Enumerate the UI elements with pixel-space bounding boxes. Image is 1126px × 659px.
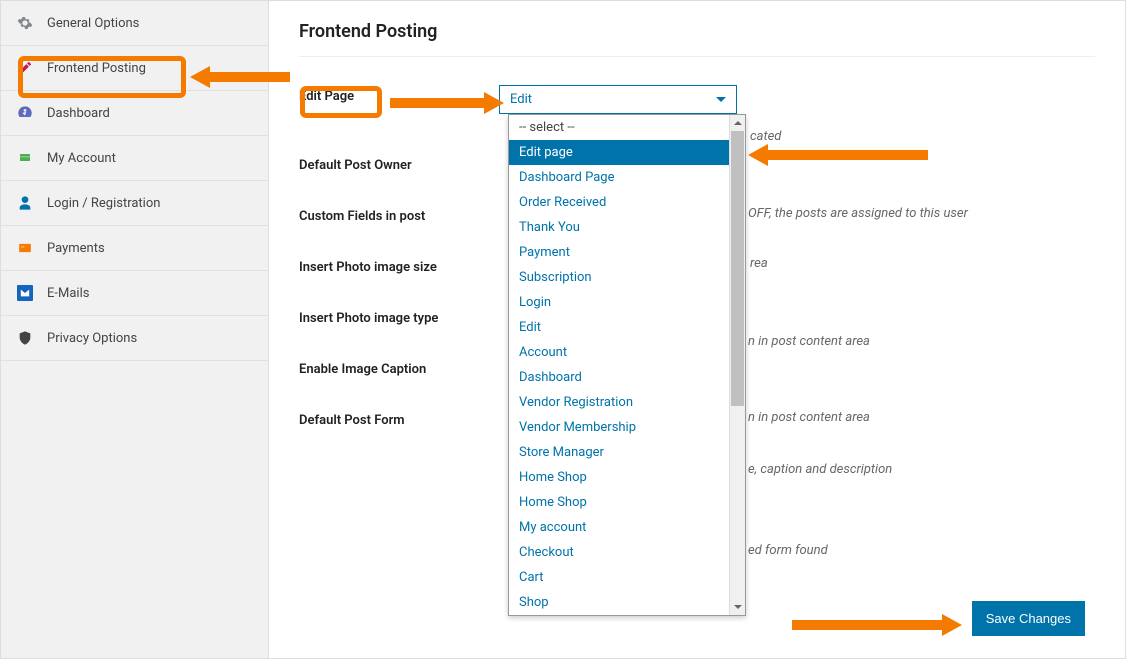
select-edit-page[interactable]: Edit [499,85,737,114]
user-icon [17,195,33,211]
dropdown-item[interactable]: Account [509,340,729,365]
dropdown-item[interactable]: Home Shop [509,465,729,490]
save-button[interactable]: Save Changes [972,601,1085,636]
dropdown-placeholder[interactable]: -- select -- [509,115,729,140]
label-default-owner: Default Post Owner [299,154,499,173]
hint-default-owner: OFF, the posts are assigned to this user [748,206,968,221]
sidebar-item-my-account[interactable]: My Account [1,136,268,181]
sidebar-item-general-options[interactable]: General Options [1,1,268,46]
dropdown-item[interactable]: Checkout [509,540,729,565]
card-icon [17,150,33,166]
page-title: Frontend Posting [299,21,1095,57]
dropdown-item[interactable]: Vendor Registration [509,390,729,415]
hint-default-form: ed form found [748,543,828,558]
chevron-down-icon [716,97,726,102]
dropdown-item[interactable]: Home Shop [509,490,729,515]
dropdown-item[interactable]: Dashboard Page [509,165,729,190]
sidebar-item-label: Privacy Options [47,331,137,346]
sidebar-item-payments[interactable]: Payments [1,226,268,271]
dropdown-edit-page: -- select -- Edit page Dashboard Page Or… [508,114,746,616]
gear-icon [17,15,33,31]
sidebar: General Options Frontend Posting Dashboa… [1,1,269,658]
hint-edit-page: cated [750,129,781,144]
label-photo-type: Insert Photo image type [299,307,499,326]
scroll-down-icon[interactable] [730,599,745,615]
scrollbar[interactable] [729,115,745,615]
label-image-caption: Enable Image Caption [299,358,499,377]
label-edit-page: Edit Page [299,85,499,104]
sidebar-item-label: Dashboard [47,106,110,121]
sidebar-item-label: Frontend Posting [47,61,146,76]
sidebar-item-login-registration[interactable]: Login / Registration [1,181,268,226]
dropdown-item[interactable]: Payment [509,240,729,265]
sidebar-item-label: Login / Registration [47,196,160,211]
dropdown-item[interactable]: Store Manager [509,440,729,465]
label-default-form: Default Post Form [299,409,499,428]
dropdown-item[interactable]: My account [509,515,729,540]
sidebar-item-label: General Options [47,16,139,31]
dropdown-item[interactable]: Subscription [509,265,729,290]
dropdown-item[interactable]: Edit page [509,140,729,165]
label-custom-fields: Custom Fields in post [299,205,499,224]
sidebar-item-label: My Account [47,151,116,166]
sidebar-item-label: E-Mails [47,286,89,301]
edit-icon [17,60,33,76]
dropdown-item[interactable]: Edit [509,315,729,340]
sidebar-item-frontend-posting[interactable]: Frontend Posting [1,46,268,91]
hint-photo-size: n in post content area [748,334,870,349]
shield-icon [17,330,33,346]
sidebar-item-label: Payments [47,241,105,256]
hint-image-caption: e, caption and description [748,462,892,477]
sidebar-item-privacy-options[interactable]: Privacy Options [1,316,268,361]
dropdown-item[interactable]: Vendor Membership [509,415,729,440]
dropdown-item[interactable]: Thank You [509,215,729,240]
dropdown-item[interactable]: Shop [509,590,729,615]
scroll-up-icon[interactable] [730,115,745,131]
select-value: Edit [510,92,532,107]
payment-icon [17,240,33,256]
dropdown-item[interactable]: Login [509,290,729,315]
dropdown-item[interactable]: Dashboard [509,365,729,390]
sidebar-item-emails[interactable]: E-Mails [1,271,268,316]
mail-icon [17,285,33,301]
dropdown-item[interactable]: Cart [509,565,729,590]
label-photo-size: Insert Photo image size [299,256,499,275]
hint-photo-type: n in post content area [748,410,870,425]
dashboard-icon [17,105,33,121]
scroll-thumb[interactable] [731,131,744,406]
dropdown-item[interactable]: Order Received [509,190,729,215]
sidebar-item-dashboard[interactable]: Dashboard [1,91,268,136]
hint-custom-fields: rea [750,256,768,271]
